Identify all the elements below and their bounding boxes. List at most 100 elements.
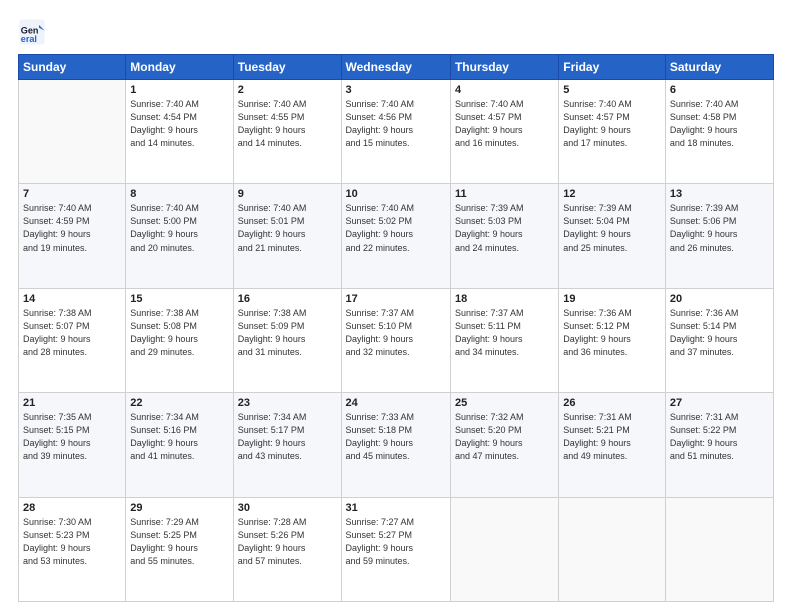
day-number: 1 [130,84,228,96]
days-header-row: SundayMondayTuesdayWednesdayThursdayFrid… [19,55,774,80]
day-cell: 13 Sunrise: 7:39 AMSunset: 5:06 PMDayligh… [665,184,773,288]
day-header-wednesday: Wednesday [341,55,450,80]
calendar: SundayMondayTuesdayWednesdayThursdayFrid… [18,54,774,602]
day-info: Sunrise: 7:34 AMSunset: 5:16 PMDaylight:… [130,411,228,463]
day-cell: 7 Sunrise: 7:40 AMSunset: 4:59 PMDaylight… [19,184,126,288]
day-cell [665,497,773,601]
week-row-5: 28Sunrise: 7:30 AMSunset: 5:23 PMDayligh… [19,497,774,601]
day-number: 8 [130,188,228,200]
day-info: Sunrise: 7:40 AMSunset: 5:02 PMDaylight:… [346,202,446,254]
day-header-friday: Friday [559,55,666,80]
day-info: Sunrise: 7:38 AMSunset: 5:09 PMDaylight:… [238,307,337,359]
day-info: Sunrise: 7:40 AMSunset: 5:01 PMDaylight:… [238,202,337,254]
day-number: 27 [670,397,769,409]
day-info: Sunrise: 7:39 AMSunset: 5:03 PMDaylight:… [455,202,554,254]
day-number: 18 [455,293,554,305]
day-number: 20 [670,293,769,305]
day-cell: 24 Sunrise: 7:33 AMSunset: 5:18 PMDayligh… [341,393,450,497]
day-number: 17 [346,293,446,305]
day-info: Sunrise: 7:31 AMSunset: 5:21 PMDaylight:… [563,411,661,463]
day-cell [450,497,558,601]
day-cell: 12 Sunrise: 7:39 AMSunset: 5:04 PMDayligh… [559,184,666,288]
day-number: 14 [23,293,121,305]
day-cell: 2Sunrise: 7:40 AMSunset: 4:55 PMDaylight… [233,80,341,184]
day-number: 24 [346,397,446,409]
day-info: Sunrise: 7:38 AMSunset: 5:08 PMDaylight:… [130,307,228,359]
day-cell: 3Sunrise: 7:40 AMSunset: 4:56 PMDaylight… [341,80,450,184]
day-info: Sunrise: 7:38 AMSunset: 5:07 PMDaylight:… [23,307,121,359]
day-number: 25 [455,397,554,409]
day-cell: 19 Sunrise: 7:36 AMSunset: 5:12 PMDayligh… [559,288,666,392]
day-cell: 9 Sunrise: 7:40 AMSunset: 5:01 PMDaylight… [233,184,341,288]
day-cell: 28Sunrise: 7:30 AMSunset: 5:23 PMDayligh… [19,497,126,601]
day-cell [559,497,666,601]
day-info: Sunrise: 7:35 AMSunset: 5:15 PMDaylight:… [23,411,121,463]
day-number: 22 [130,397,228,409]
day-number: 5 [563,84,661,96]
day-cell: 27 Sunrise: 7:31 AMSunset: 5:22 PMDayligh… [665,393,773,497]
day-number: 16 [238,293,337,305]
day-cell: 26 Sunrise: 7:31 AMSunset: 5:21 PMDayligh… [559,393,666,497]
day-cell: 22 Sunrise: 7:34 AMSunset: 5:16 PMDayligh… [126,393,233,497]
day-number: 4 [455,84,554,96]
day-cell: 21 Sunrise: 7:35 AMSunset: 5:15 PMDayligh… [19,393,126,497]
day-number: 11 [455,188,554,200]
day-cell: 31 Sunrise: 7:27 AMSunset: 5:27 PMDayligh… [341,497,450,601]
day-number: 6 [670,84,769,96]
day-cell: 5Sunrise: 7:40 AMSunset: 4:57 PMDaylight… [559,80,666,184]
day-info: Sunrise: 7:32 AMSunset: 5:20 PMDaylight:… [455,411,554,463]
day-number: 19 [563,293,661,305]
day-info: Sunrise: 7:39 AMSunset: 5:06 PMDaylight:… [670,202,769,254]
day-cell: 16 Sunrise: 7:38 AMSunset: 5:09 PMDayligh… [233,288,341,392]
day-number: 31 [346,502,446,514]
day-number: 23 [238,397,337,409]
day-cell: 20 Sunrise: 7:36 AMSunset: 5:14 PMDayligh… [665,288,773,392]
svg-text:eral: eral [21,34,37,44]
day-info: Sunrise: 7:40 AMSunset: 4:55 PMDaylight:… [238,98,337,150]
day-cell: 17 Sunrise: 7:37 AMSunset: 5:10 PMDayligh… [341,288,450,392]
day-number: 21 [23,397,121,409]
calendar-table: SundayMondayTuesdayWednesdayThursdayFrid… [18,54,774,602]
day-number: 15 [130,293,228,305]
day-info: Sunrise: 7:39 AMSunset: 5:04 PMDaylight:… [563,202,661,254]
day-info: Sunrise: 7:31 AMSunset: 5:22 PMDaylight:… [670,411,769,463]
day-info: Sunrise: 7:40 AMSunset: 5:00 PMDaylight:… [130,202,228,254]
day-number: 12 [563,188,661,200]
week-row-3: 14 Sunrise: 7:38 AMSunset: 5:07 PMDayligh… [19,288,774,392]
day-cell: 10Sunrise: 7:40 AMSunset: 5:02 PMDayligh… [341,184,450,288]
week-row-1: 1 Sunrise: 7:40 AMSunset: 4:54 PMDaylight… [19,80,774,184]
day-info: Sunrise: 7:36 AMSunset: 5:14 PMDaylight:… [670,307,769,359]
day-number: 29 [130,502,228,514]
day-cell: 8 Sunrise: 7:40 AMSunset: 5:00 PMDaylight… [126,184,233,288]
day-cell: 15 Sunrise: 7:38 AMSunset: 5:08 PMDayligh… [126,288,233,392]
day-info: Sunrise: 7:27 AMSunset: 5:27 PMDaylight:… [346,516,446,568]
header: Gen eral [18,18,774,46]
day-header-thursday: Thursday [450,55,558,80]
day-number: 26 [563,397,661,409]
day-info: Sunrise: 7:40 AMSunset: 4:59 PMDaylight:… [23,202,121,254]
day-cell: 11 Sunrise: 7:39 AMSunset: 5:03 PMDayligh… [450,184,558,288]
day-header-sunday: Sunday [19,55,126,80]
day-info: Sunrise: 7:33 AMSunset: 5:18 PMDaylight:… [346,411,446,463]
day-cell: 30Sunrise: 7:28 AMSunset: 5:26 PMDayligh… [233,497,341,601]
day-cell: 4Sunrise: 7:40 AMSunset: 4:57 PMDaylight… [450,80,558,184]
day-number: 30 [238,502,337,514]
day-number: 9 [238,188,337,200]
logo: Gen eral [18,18,48,46]
day-info: Sunrise: 7:40 AMSunset: 4:58 PMDaylight:… [670,98,769,150]
day-number: 28 [23,502,121,514]
day-info: Sunrise: 7:34 AMSunset: 5:17 PMDaylight:… [238,411,337,463]
day-header-tuesday: Tuesday [233,55,341,80]
day-number: 13 [670,188,769,200]
day-cell: 23 Sunrise: 7:34 AMSunset: 5:17 PMDayligh… [233,393,341,497]
day-info: Sunrise: 7:36 AMSunset: 5:12 PMDaylight:… [563,307,661,359]
day-number: 7 [23,188,121,200]
day-info: Sunrise: 7:40 AMSunset: 4:54 PMDaylight:… [130,98,228,150]
day-cell: 18 Sunrise: 7:37 AMSunset: 5:11 PMDayligh… [450,288,558,392]
logo-icon: Gen eral [18,18,46,46]
day-info: Sunrise: 7:37 AMSunset: 5:10 PMDaylight:… [346,307,446,359]
day-info: Sunrise: 7:37 AMSunset: 5:11 PMDaylight:… [455,307,554,359]
day-cell: 29Sunrise: 7:29 AMSunset: 5:25 PMDayligh… [126,497,233,601]
week-row-2: 7 Sunrise: 7:40 AMSunset: 4:59 PMDaylight… [19,184,774,288]
day-info: Sunrise: 7:40 AMSunset: 4:56 PMDaylight:… [346,98,446,150]
